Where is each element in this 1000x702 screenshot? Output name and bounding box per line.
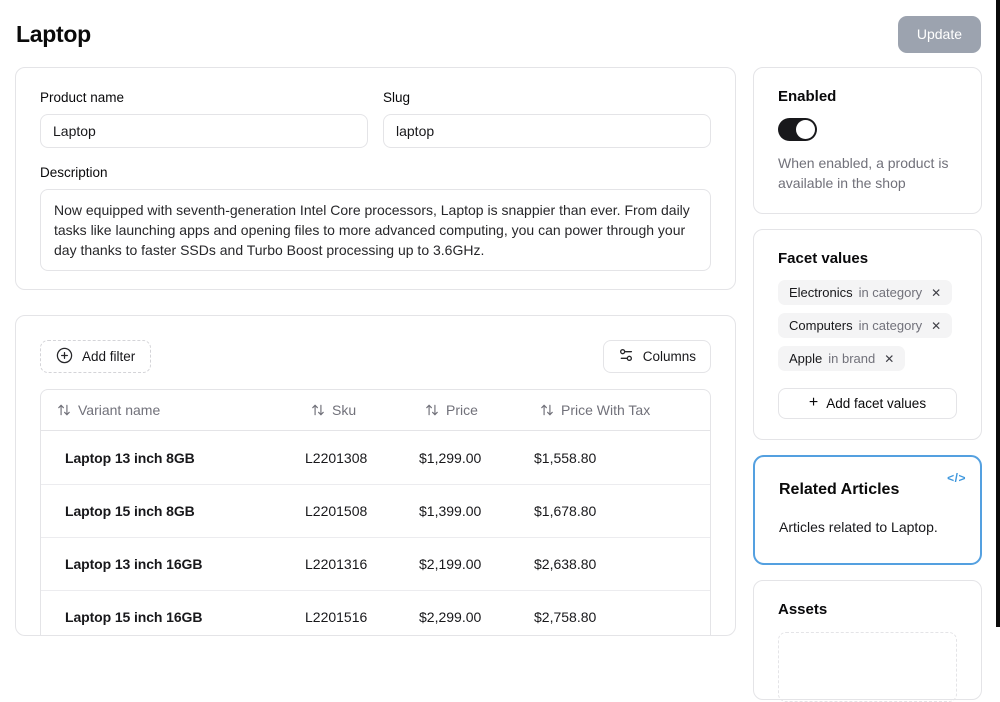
price-cell: $1,399.00 bbox=[411, 503, 526, 519]
add-filter-label: Add filter bbox=[82, 349, 135, 364]
description-field-group: Description Now equipped with seventh-ge… bbox=[40, 165, 711, 271]
sku-cell: L2201308 bbox=[297, 450, 411, 466]
variants-card: Add filter Columns Variant name bbox=[15, 315, 736, 636]
description-label: Description bbox=[40, 165, 711, 180]
variant-name-cell: Laptop 13 inch 16GB bbox=[41, 556, 297, 572]
description-textarea[interactable]: Now equipped with seventh-generation Int… bbox=[40, 189, 711, 271]
table-header-row: Variant name Sku Price Price With Tax bbox=[41, 390, 710, 431]
related-articles-card[interactable]: </> Related Articles Articles related to… bbox=[753, 455, 982, 565]
price-with-tax-cell: $1,678.80 bbox=[526, 503, 710, 519]
product-details-card: Product name Slug Description Now equipp… bbox=[15, 67, 736, 290]
sku-cell: L2201508 bbox=[297, 503, 411, 519]
enabled-card-title: Enabled bbox=[778, 88, 957, 105]
slug-input[interactable] bbox=[383, 114, 711, 148]
sort-icon bbox=[57, 403, 71, 417]
table-row[interactable]: Laptop 15 inch 8GB L2201508 $1,399.00 $1… bbox=[41, 484, 710, 537]
window-edge bbox=[996, 0, 1000, 627]
enabled-help-text: When enabled, a product is available in … bbox=[778, 153, 957, 193]
price-cell: $2,299.00 bbox=[411, 609, 526, 625]
facet-chip: Electronics in category ✕ bbox=[778, 280, 952, 305]
code-block-icon[interactable]: </> bbox=[947, 471, 966, 485]
sort-icon bbox=[311, 403, 325, 417]
sidebar: Enabled When enabled, a product is avail… bbox=[753, 67, 982, 700]
price-cell: $2,199.00 bbox=[411, 556, 526, 572]
column-header-variant-name[interactable]: Variant name bbox=[41, 402, 297, 418]
plus-icon: + bbox=[809, 395, 818, 411]
remove-facet-icon[interactable]: ✕ bbox=[931, 286, 941, 300]
related-articles-body: Articles related to Laptop. bbox=[779, 519, 956, 535]
assets-dropzone[interactable] bbox=[778, 632, 957, 702]
slug-label: Slug bbox=[383, 90, 711, 105]
facet-chip-list: Electronics in category ✕ Computers in c… bbox=[778, 280, 957, 371]
table-toolbar: Add filter Columns bbox=[40, 340, 711, 373]
table-row[interactable]: Laptop 13 inch 16GB L2201316 $2,199.00 $… bbox=[41, 537, 710, 590]
topbar: Laptop Update bbox=[16, 14, 981, 54]
enabled-card: Enabled When enabled, a product is avail… bbox=[753, 67, 982, 214]
column-settings-icon bbox=[618, 347, 634, 366]
variants-table: Variant name Sku Price Price With Tax La… bbox=[40, 389, 711, 636]
remove-facet-icon[interactable]: ✕ bbox=[884, 352, 894, 366]
columns-label: Columns bbox=[643, 349, 696, 364]
remove-facet-icon[interactable]: ✕ bbox=[931, 319, 941, 333]
add-filter-button[interactable]: Add filter bbox=[40, 340, 151, 373]
variant-name-cell: Laptop 13 inch 8GB bbox=[41, 450, 297, 466]
facet-values-card: Facet values Electronics in category ✕ C… bbox=[753, 229, 982, 440]
variant-name-cell: Laptop 15 inch 16GB bbox=[41, 609, 297, 625]
assets-title: Assets bbox=[778, 601, 957, 618]
facet-values-title: Facet values bbox=[778, 250, 957, 267]
table-row[interactable]: Laptop 15 inch 16GB L2201516 $2,299.00 $… bbox=[41, 590, 710, 636]
product-name-label: Product name bbox=[40, 90, 368, 105]
related-articles-title: Related Articles bbox=[779, 481, 956, 499]
update-button[interactable]: Update bbox=[898, 16, 981, 53]
column-header-sku[interactable]: Sku bbox=[297, 402, 411, 418]
facet-chip: Apple in brand ✕ bbox=[778, 346, 905, 371]
assets-card: Assets bbox=[753, 580, 982, 700]
table-row[interactable]: Laptop 13 inch 8GB L2201308 $1,299.00 $1… bbox=[41, 431, 710, 484]
column-header-price-with-tax[interactable]: Price With Tax bbox=[526, 402, 710, 418]
page-title: Laptop bbox=[16, 21, 91, 48]
add-facet-values-button[interactable]: + Add facet values bbox=[778, 388, 957, 419]
price-cell: $1,299.00 bbox=[411, 450, 526, 466]
price-with-tax-cell: $2,638.80 bbox=[526, 556, 710, 572]
product-name-field-group: Product name bbox=[40, 90, 368, 148]
sort-icon bbox=[540, 403, 554, 417]
toggle-knob bbox=[796, 120, 815, 139]
enabled-toggle[interactable] bbox=[778, 118, 817, 141]
price-with-tax-cell: $2,758.80 bbox=[526, 609, 710, 625]
product-name-input[interactable] bbox=[40, 114, 368, 148]
sku-cell: L2201516 bbox=[297, 609, 411, 625]
columns-button[interactable]: Columns bbox=[603, 340, 711, 373]
column-header-price[interactable]: Price bbox=[411, 402, 526, 418]
variant-name-cell: Laptop 15 inch 8GB bbox=[41, 503, 297, 519]
main-column: Product name Slug Description Now equipp… bbox=[15, 67, 736, 636]
sort-icon bbox=[425, 403, 439, 417]
price-with-tax-cell: $1,558.80 bbox=[526, 450, 710, 466]
slug-field-group: Slug bbox=[383, 90, 711, 148]
facet-chip: Computers in category ✕ bbox=[778, 313, 952, 338]
sku-cell: L2201316 bbox=[297, 556, 411, 572]
circle-plus-icon bbox=[56, 347, 73, 367]
